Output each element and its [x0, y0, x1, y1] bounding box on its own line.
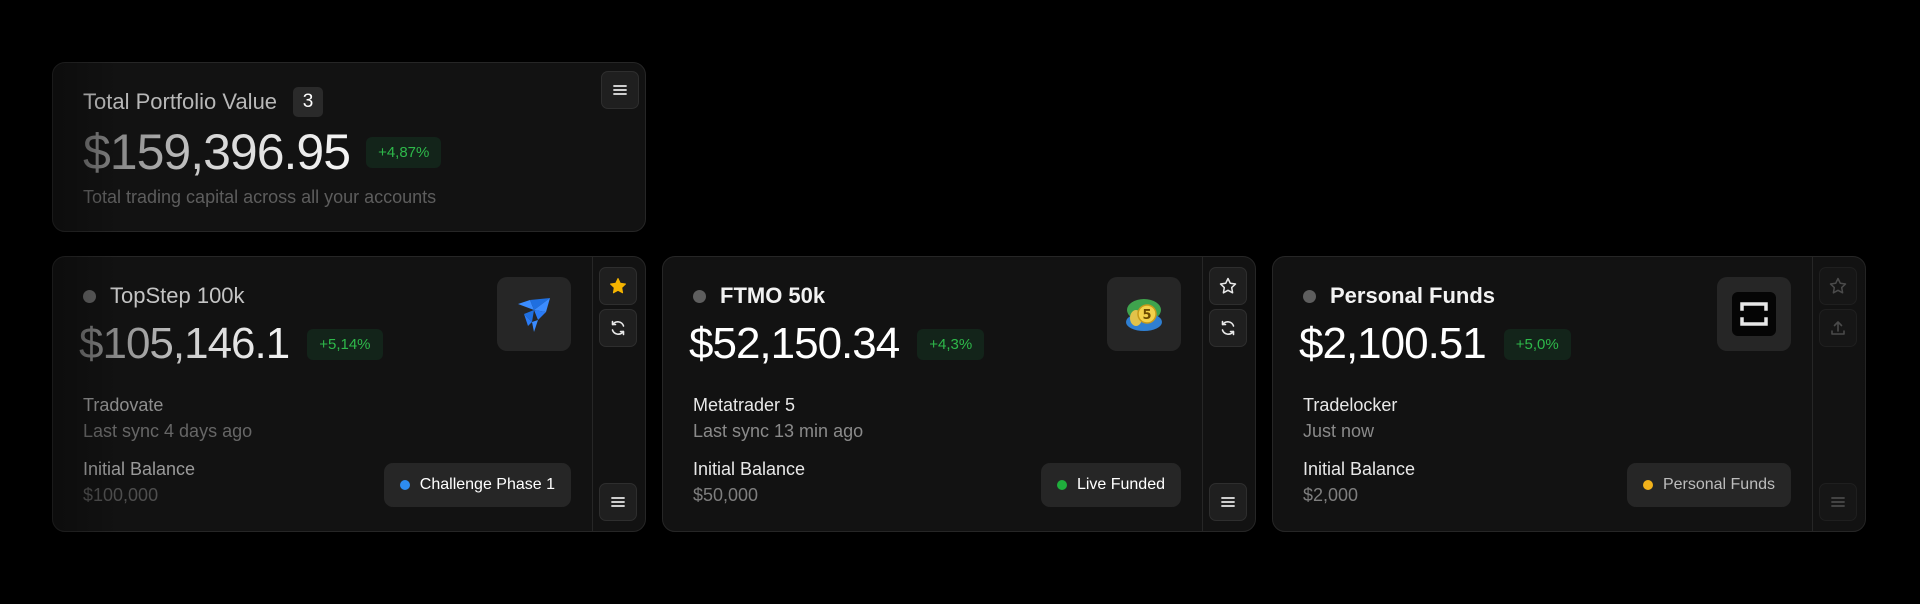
account-change-badge: +4,3% [917, 328, 985, 360]
initial-balance-label: Initial Balance [693, 459, 806, 479]
tradelocker-logo-icon [1732, 292, 1776, 336]
status-dot [693, 289, 706, 303]
account-last-sync: Last sync 4 days ago [83, 421, 253, 441]
status-dot [83, 289, 96, 303]
account-change-badge: +5,0% [1503, 328, 1571, 360]
metatrader5-logo: 5 [1107, 277, 1181, 351]
account-value-row: $52,150.34 +4,3% [689, 319, 985, 369]
svg-text:5: 5 [1142, 308, 1151, 323]
account-phase-tag: Personal Funds [1626, 463, 1791, 507]
upload-icon [1831, 321, 1845, 335]
account-platform: Metatrader 5 [693, 395, 796, 415]
favorite-button[interactable] [1819, 267, 1857, 305]
menu-icon [611, 497, 625, 507]
account-name: TopStep 100k [110, 283, 245, 308]
tag-dot [399, 480, 410, 490]
sync-icon [1221, 320, 1235, 336]
account-menu-button[interactable] [1209, 483, 1247, 521]
menu-icon [613, 85, 627, 95]
account-phase-tag: Challenge Phase 1 [383, 463, 571, 507]
tradovate-logo [497, 277, 571, 351]
tradelocker-logo [1717, 277, 1791, 351]
star-icon [610, 278, 626, 294]
account-card-ftmo[interactable]: FTMO 50k $52,150.34 +4,3% Metatrader 5 L… [662, 256, 1256, 532]
action-divider [1202, 257, 1203, 531]
summary-subtitle: Total trading capital across all your ac… [83, 187, 437, 207]
account-value: $2,100.51 [1299, 319, 1487, 368]
initial-balance-value: $2,000 [1303, 485, 1359, 505]
summary-title-row: Total Portfolio Value 3 [83, 87, 324, 117]
action-divider [1812, 257, 1813, 531]
account-value-row: $105,146.1 +5,14% [79, 319, 383, 369]
account-card-personal-funds[interactable]: Personal Funds $2,100.51 +5,0% Tradelock… [1272, 256, 1866, 532]
menu-icon [1221, 497, 1235, 507]
tradovate-logo-icon [518, 298, 550, 332]
account-name-row: Personal Funds [1303, 283, 1495, 309]
account-menu-button[interactable] [599, 483, 637, 521]
star-icon [1219, 277, 1237, 294]
metatrader5-logo-icon: 5 [1126, 299, 1162, 331]
summary-title: Total Portfolio Value [83, 89, 278, 114]
account-value-row: $2,100.51 +5,0% [1299, 319, 1571, 369]
tag-label: Live Funded [1076, 476, 1165, 493]
account-platform: Tradovate [83, 395, 164, 415]
initial-balance-value: $100,000 [83, 485, 159, 505]
account-last-sync: Last sync 13 min ago [693, 421, 864, 441]
initial-balance-label: Initial Balance [1303, 459, 1416, 479]
account-count-badge: 3 [293, 87, 324, 117]
account-value: $52,150.34 [689, 319, 900, 368]
tag-label: Challenge Phase 1 [419, 476, 555, 493]
account-value: $105,146.1 [79, 319, 290, 368]
account-platform: Tradelocker [1303, 395, 1398, 415]
summary-value-row: $159,396.95 +4,87% [83, 123, 442, 181]
favorite-button[interactable] [599, 267, 637, 305]
account-name: FTMO 50k [720, 283, 826, 308]
menu-icon [1831, 497, 1845, 507]
account-change-badge: +5,14% [307, 328, 383, 360]
account-card-topstep[interactable]: TopStep 100k $105,146.1 +5,14% Tradovate… [52, 256, 646, 532]
upload-button[interactable] [1819, 309, 1857, 347]
tag-dot [1642, 480, 1653, 490]
sync-button[interactable] [599, 309, 637, 347]
summary-menu-button[interactable] [601, 71, 639, 109]
tag-dot [1056, 480, 1067, 490]
portfolio-value: $159,396.95 [83, 124, 351, 180]
initial-balance-label: Initial Balance [83, 459, 196, 479]
portfolio-change-badge: +4,87% [366, 136, 442, 168]
portfolio-summary-card: Total Portfolio Value 3 $159,396.95 +4,8… [52, 62, 646, 232]
account-phase-tag: Live Funded [1040, 463, 1181, 507]
account-name: Personal Funds [1330, 283, 1496, 308]
account-menu-button[interactable] [1819, 483, 1857, 521]
right-vignette [1860, 0, 1920, 604]
initial-balance-value: $50,000 [693, 485, 759, 505]
sync-button[interactable] [1209, 309, 1247, 347]
sync-icon [611, 320, 625, 336]
tag-label: Personal Funds [1662, 476, 1775, 493]
favorite-button[interactable] [1209, 267, 1247, 305]
account-last-sync: Just now [1303, 421, 1375, 441]
star-icon [1829, 277, 1847, 294]
account-name-row: TopStep 100k [83, 283, 245, 309]
account-name-row: FTMO 50k [693, 283, 825, 309]
status-dot [1303, 289, 1316, 303]
action-divider [592, 257, 593, 531]
